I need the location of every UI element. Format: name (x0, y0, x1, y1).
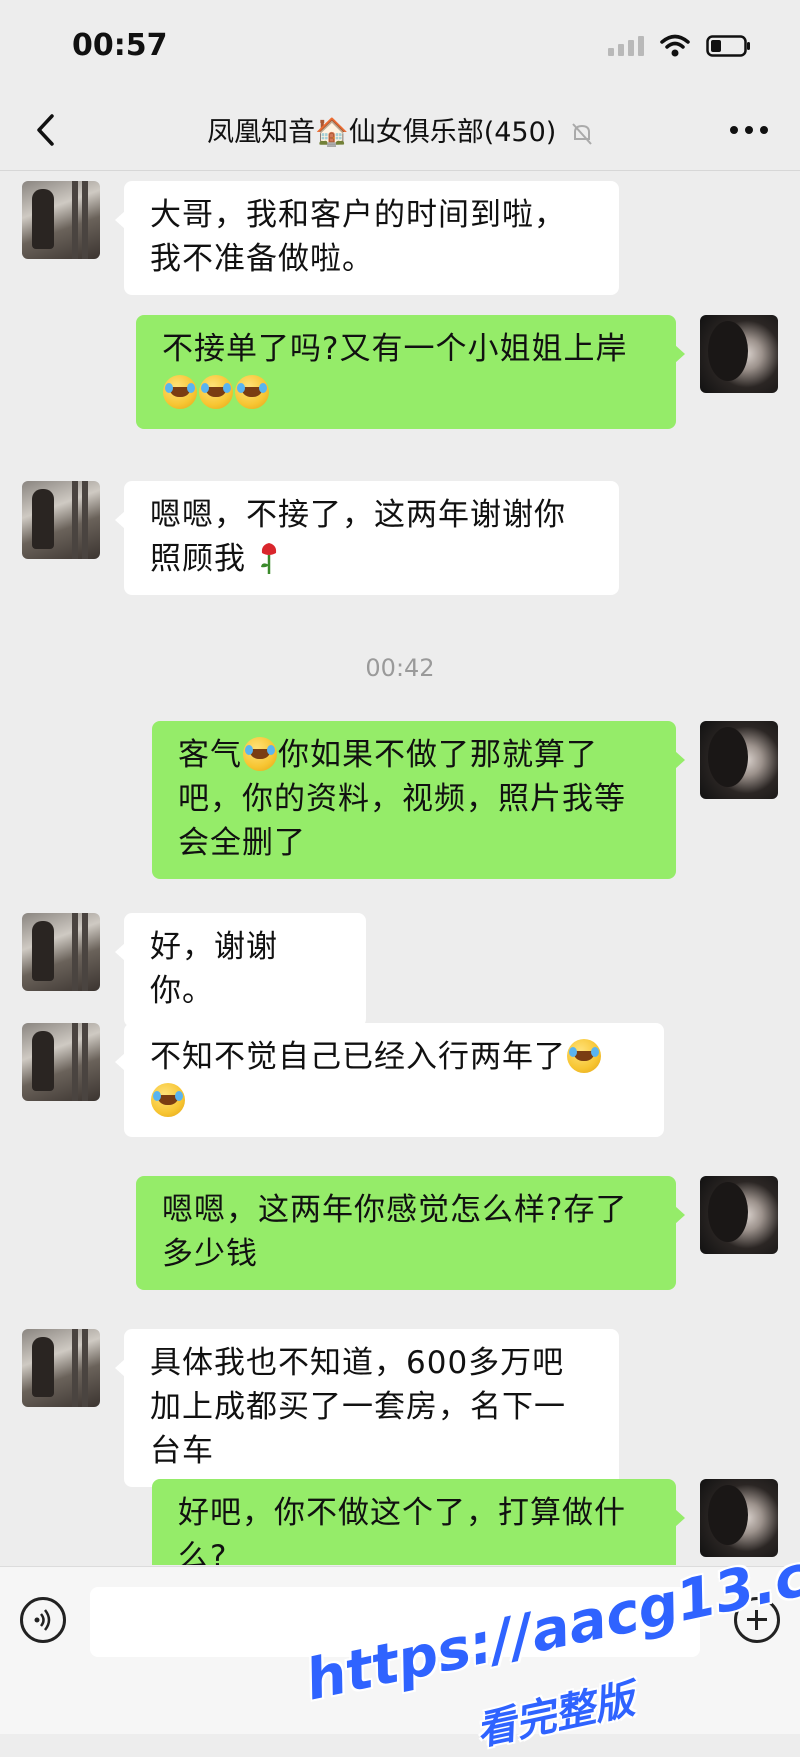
message-bubble[interactable]: 好吧，你不做这个了，打算做什么? (152, 1479, 685, 1565)
wifi-icon (660, 34, 690, 57)
avatar[interactable] (700, 1176, 778, 1254)
message-bubble[interactable]: 不知不觉自己已经入行两年了 (115, 1023, 664, 1137)
message-bubble[interactable]: 大哥，我和客户的时间到啦，我不准备做啦。 (115, 181, 619, 295)
chat-title-text: 凤凰知音🏠仙女俱乐部(450) (207, 117, 557, 148)
laughing-crying-emoji (567, 1039, 601, 1073)
avatar[interactable] (22, 1023, 100, 1101)
avatar[interactable] (22, 481, 100, 559)
status-time: 00:57 (72, 28, 168, 63)
laughing-crying-emoji (243, 737, 277, 771)
avatar[interactable] (22, 181, 100, 259)
voice-icon[interactable] (20, 1597, 66, 1643)
chat-timestamp: 00:42 (365, 654, 435, 682)
message-bubble[interactable]: 客气 你如果不做了那就算了吧，你的资料，视频，照片我等会全删了 (152, 721, 685, 879)
message-text: 不接单了吗?又有一个小姐姐上岸 (162, 331, 628, 367)
laughing-crying-emoji (151, 1083, 185, 1117)
message-text: 嗯嗯，这两年你感觉怎么样?存了多少钱 (162, 1192, 628, 1272)
message-text: 不知不觉自己已经入行两年了 (150, 1039, 566, 1075)
message-text: 客气 (178, 737, 242, 773)
message-bubble[interactable]: 具体我也不知道，600多万吧加上成都买了一套房，名下一台车 (115, 1329, 619, 1487)
message-bubble[interactable]: 嗯嗯，不接了，这两年谢谢你照顾我 (115, 481, 619, 595)
laughing-crying-emoji (235, 375, 269, 409)
chat-messages[interactable]: 大哥，我和客户的时间到啦，我不准备做啦。 不接单了吗?又有一个小姐姐上岸 嗯嗯，… (0, 171, 800, 1565)
message-text: 大哥，我和客户的时间到啦，我不准备做啦。 (150, 197, 566, 277)
battery-icon (706, 35, 750, 57)
message-text: 嗯嗯，不接了，这两年谢谢你照顾我 (150, 497, 566, 577)
signal-icon (608, 36, 644, 56)
message-text: 好吧，你不做这个了，打算做什么? (178, 1495, 626, 1565)
message-bubble[interactable]: 不接单了吗?又有一个小姐姐上岸 (136, 315, 685, 429)
chat-header: 凤凰知音🏠仙女俱乐部(450) (0, 92, 800, 171)
message-text: 好，谢谢你。 (150, 929, 278, 1009)
avatar[interactable] (22, 913, 100, 991)
avatar[interactable] (700, 315, 778, 393)
status-icons (608, 34, 752, 58)
status-bar: 00:57 (0, 0, 800, 92)
avatar[interactable] (700, 1479, 778, 1557)
laughing-crying-emoji (163, 375, 197, 409)
message-bubble[interactable]: 好，谢谢你。 (115, 913, 366, 1027)
message-text: 具体我也不知道，600多万吧加上成都买了一套房，名下一台车 (150, 1345, 566, 1469)
avatar[interactable] (700, 721, 778, 799)
avatar[interactable] (22, 1329, 100, 1407)
message-bubble[interactable]: 嗯嗯，这两年你感觉怎么样?存了多少钱 (136, 1176, 685, 1290)
laughing-crying-emoji (199, 375, 233, 409)
rose-emoji (260, 543, 276, 574)
more-dots-icon[interactable] (730, 126, 768, 134)
bell-off-icon (572, 122, 592, 145)
chevron-left-icon[interactable] (28, 110, 64, 150)
chat-title: 凤凰知音🏠仙女俱乐部(450) (90, 110, 710, 149)
